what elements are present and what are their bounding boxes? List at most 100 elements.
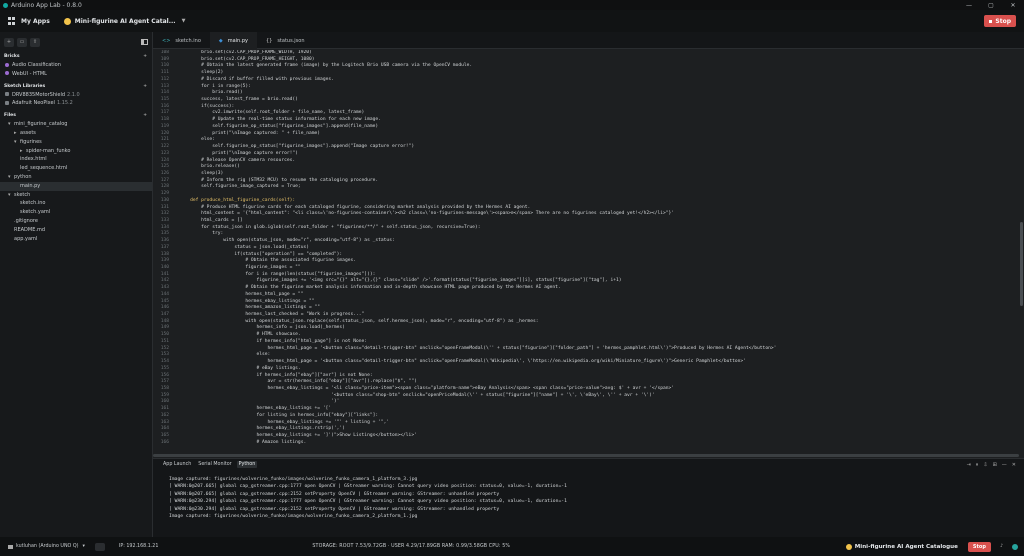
line-number: 166 <box>160 439 169 445</box>
editor-tabs: <> sketch.ino ◆ main.py {} status.json <box>153 32 1024 49</box>
code-line: 152 hermes_html_page = '<button class="d… <box>153 346 1019 353</box>
app-title[interactable]: Mini-figurine AI Agent Catal... <box>75 18 176 25</box>
panel-tab[interactable]: App Launch <box>161 461 193 468</box>
close-window-button[interactable]: ✕ <box>1002 2 1024 9</box>
libraries-section-title[interactable]: Sketch Libraries + <box>0 82 152 91</box>
file-label: index.html <box>20 156 47 163</box>
chevron-down-icon[interactable]: ▼ <box>182 18 186 24</box>
line-number: 143 <box>160 285 169 291</box>
editor-tab-label: sketch.ino <box>175 37 201 44</box>
code-area[interactable]: 108 brio.set(cv2.CAP_PROP_FRAME_WIDTH, 1… <box>153 50 1019 454</box>
console-line: Image captured: figurines/wolverine_funk… <box>169 514 418 520</box>
file-tree-item[interactable]: ▾ python <box>0 173 152 182</box>
clear-icon[interactable]: ⇥ <box>967 462 971 468</box>
apps-grid-icon[interactable] <box>8 17 16 25</box>
code-line: 134 for status_json in glob.iglob(self.r… <box>153 225 1019 232</box>
file-tree-item[interactable]: index.html <box>0 155 152 164</box>
library-item[interactable]: Adafruit NeoPixel 1.15.2 <box>0 99 152 108</box>
file-tree-item[interactable]: main.py <box>0 181 152 191</box>
add-brick-icon[interactable]: + <box>143 52 147 61</box>
editor-tab[interactable]: <> sketch.ino <box>153 32 210 49</box>
file-tree-item[interactable]: ▾ sketch <box>0 191 152 200</box>
file-label: led_sequence.html <box>20 165 68 172</box>
panel-tab[interactable]: Python <box>236 461 258 468</box>
code-line: 165 hermes_ebay_listings += ']')">Show L… <box>153 433 1019 440</box>
file-type-icon: <> <box>162 37 171 44</box>
line-text: brio.set(cv2.CAP_PROP_FRAME_WIDTH, 1920) <box>179 50 312 55</box>
minimize-panel-icon[interactable]: — <box>1002 462 1007 468</box>
stop-button[interactable]: Stop <box>984 15 1016 27</box>
status-stop-button[interactable]: Stop <box>967 541 991 552</box>
brick-icon <box>5 62 9 67</box>
editor-horizontal-scrollbar[interactable] <box>153 454 1019 457</box>
collapse-sidebar-icon[interactable] <box>141 39 148 45</box>
file-tree-item[interactable]: ▾ mini_figurine_catalog <box>0 120 152 129</box>
brick-item[interactable]: Audio Classification <box>0 61 152 70</box>
code-line: 147 hermes_last_checked = "Work in progr… <box>153 312 1019 319</box>
file-tree-item[interactable]: sketch.yaml <box>0 208 152 217</box>
code-line: 123 print("\nImage capture error!") <box>153 151 1019 158</box>
code-line: 110 # Obtain the latest generated frame … <box>153 63 1019 70</box>
add-library-icon[interactable]: + <box>143 82 147 91</box>
files-section-title[interactable]: Files + <box>0 111 152 120</box>
brick-item[interactable]: WebUI - HTML <box>0 70 152 79</box>
code-line: 136 with open(status_json, mode="r", enc… <box>153 238 1019 245</box>
bell-icon[interactable]: ♪ <box>1000 544 1003 549</box>
line-number: 155 <box>160 365 169 371</box>
line-text: hermes_ebay_listings += ']')">Show Listi… <box>179 432 417 438</box>
stop-label: Stop <box>995 17 1011 25</box>
file-tree-item[interactable]: app.yaml <box>0 235 152 244</box>
minimize-button[interactable]: — <box>958 2 980 9</box>
panel-tab[interactable]: Serial Monitor <box>196 461 233 468</box>
status-bar: kutluhan (Arduino UNO Q) ▾ IP: 192.168.1… <box>0 537 1024 556</box>
editor-scrollbar[interactable] <box>1020 222 1023 306</box>
line-text: brio.release() <box>179 164 240 170</box>
editor-tab[interactable]: {} status.json <box>257 32 314 49</box>
bricks-section-title[interactable]: Bricks + <box>0 52 152 61</box>
library-label: DRV8835MotorShield <box>12 91 66 98</box>
file-tree-item[interactable]: sketch.ino <box>0 199 152 208</box>
code-line: 155 # eBay listings. <box>153 366 1019 373</box>
bricks-list: Audio Classification WebUI - HTML <box>0 61 152 79</box>
line-text: hermes_html_page = "" <box>179 291 304 297</box>
resource-stats: STORAGE: ROOT 7.53/9.72GB · USER 4.29/17… <box>312 544 510 549</box>
file-tree-item[interactable]: led_sequence.html <box>0 164 152 173</box>
layout-icon[interactable]: ⊞ <box>993 462 997 468</box>
download-icon[interactable]: ⇩ <box>983 462 987 468</box>
brick-icon <box>5 71 9 76</box>
file-tree-item[interactable]: ▾ figurines <box>0 138 152 147</box>
account-icon[interactable] <box>1012 543 1018 550</box>
my-apps-link[interactable]: My Apps <box>21 18 50 25</box>
code-line: 113 for i in range(5): <box>153 84 1019 91</box>
terminal-button[interactable] <box>94 542 105 551</box>
new-folder-button[interactable]: ▭ <box>17 37 27 47</box>
line-text: for listing in hermes_info["ebay"]["link… <box>179 412 379 418</box>
line-number: 130 <box>160 197 169 203</box>
line-number: 108 <box>160 50 169 55</box>
pause-icon[interactable]: ⏸ <box>976 462 979 468</box>
file-tree-item[interactable]: ▸ spider-man_funko <box>0 147 152 156</box>
editor-tab[interactable]: ◆ main.py <box>209 32 257 49</box>
add-file-icon[interactable]: + <box>143 111 147 120</box>
brick-label: Audio Classification <box>12 62 61 68</box>
line-number: 147 <box>160 312 169 318</box>
sidebar: + ▭ ⇪ Bricks + Audio Classification WebUI … <box>0 32 153 537</box>
line-text: hermes_ebay_listings = '<li class="price… <box>179 385 675 391</box>
code-line: 157 avr = str(hermes_info["ebay"]["avr"]… <box>153 379 1019 386</box>
close-panel-icon[interactable]: ✕ <box>1012 462 1016 468</box>
device-selector[interactable]: kutluhan (Arduino UNO Q) ▾ <box>8 544 85 549</box>
file-tree-item[interactable]: .gitignore <box>0 217 152 226</box>
file-label: .gitignore <box>14 217 38 224</box>
code-line: 154 hermes_html_page = '<button class="d… <box>153 359 1019 366</box>
library-item[interactable]: DRV8835MotorShield 2.1.0 <box>0 91 152 100</box>
new-file-button[interactable]: + <box>4 37 14 47</box>
line-text: html_content = '{"html_content": "<li cl… <box>179 211 675 217</box>
window-title: Arduino App Lab - 0.8.0 <box>11 1 82 9</box>
console-line: Image captured: figurines/wolverine_funk… <box>169 477 418 482</box>
file-tree-item[interactable]: README.md <box>0 226 152 235</box>
file-tree-item[interactable]: ▸ assets <box>0 129 152 138</box>
upload-button[interactable]: ⇪ <box>30 37 40 47</box>
maximize-button[interactable]: ▢ <box>980 2 1002 9</box>
running-app-status: Mini-figurine AI Agent Catalogue Stop ♪ <box>845 541 1018 552</box>
file-label: python <box>14 173 32 180</box>
